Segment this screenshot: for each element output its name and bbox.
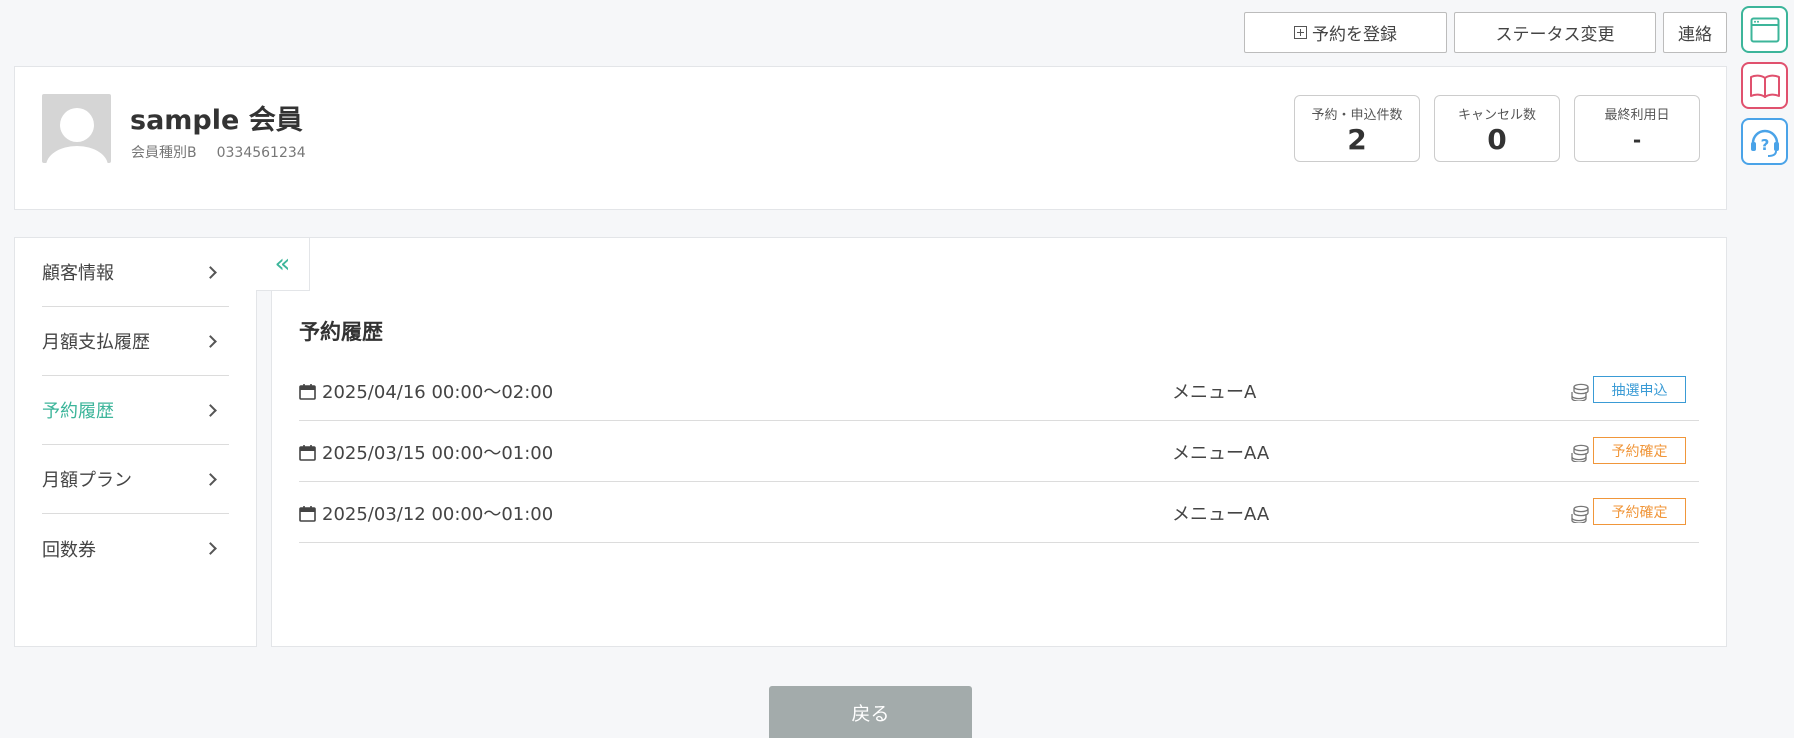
sidebar-item-customer-info[interactable]: 顧客情報 [42, 238, 229, 307]
sidebar-item-label: 回数券 [42, 539, 96, 561]
stat-value: 0 [1487, 123, 1507, 156]
sidebar-item-reservation-history[interactable]: 予約履歴 [42, 376, 229, 445]
reservation-datetime: 2025/03/12 00:00〜01:00 [299, 500, 553, 526]
add-reservation-label: 予約を登録 [1312, 25, 1397, 45]
sidebar-item-label: 月額支払履歴 [42, 332, 150, 353]
member-meta: 会員種別B 0334561234 [131, 142, 306, 162]
stat-cancel-count: キャンセル数 0 [1434, 95, 1560, 162]
stat-value: 2 [1347, 123, 1367, 156]
svg-text:?: ? [1760, 136, 1769, 154]
sidebar-item-monthly-payment-history[interactable]: 月額支払履歴 [42, 307, 229, 376]
status-change-button[interactable]: ステータス変更 [1454, 12, 1656, 53]
sidebar-item-label: 予約履歴 [42, 401, 114, 422]
chevron-right-icon [204, 334, 217, 348]
window-icon [1750, 17, 1779, 42]
book-icon [1749, 74, 1780, 98]
stat-value: - [1632, 128, 1642, 152]
member-stats: 予約・申込件数 2 キャンセル数 0 最終利用日 - [1294, 95, 1700, 162]
top-actions: 予約を登録 ステータス変更 連絡 [1244, 12, 1727, 53]
sidebar-item-monthly-plan[interactable]: 月額プラン [42, 445, 229, 514]
back-button[interactable]: 戻る [769, 686, 972, 738]
reservation-menu: メニューA [1172, 382, 1257, 403]
coin-stack-icon [1571, 383, 1589, 401]
chevron-right-icon [204, 265, 217, 279]
add-reservation-button[interactable]: 予約を登録 [1244, 12, 1447, 53]
reservation-list: 2025/04/16 00:00〜02:00 メニューA 抽選申込 2025/0… [299, 360, 1699, 543]
side-tools: ? [1741, 6, 1788, 165]
calendar-icon [299, 444, 316, 461]
member-phone: 0334561234 [216, 145, 306, 161]
reservation-menu: メニューAA [1172, 504, 1270, 525]
member-type: 会員種別B [131, 145, 197, 161]
reservation-menu: メニューAA [1172, 443, 1270, 464]
status-badge: 予約確定 [1593, 498, 1686, 525]
double-chevron-left-icon: « [274, 249, 291, 279]
reservation-datetime: 2025/03/15 00:00〜01:00 [299, 439, 553, 465]
window-tool-button[interactable] [1741, 6, 1788, 53]
reservation-row[interactable]: 2025/03/15 00:00〜01:00 メニューAA 予約確定 [299, 421, 1699, 482]
coin-stack-icon [1571, 444, 1589, 462]
stat-label: キャンセル数 [1457, 108, 1536, 123]
reservation-datetime-text: 2025/04/16 00:00〜02:00 [322, 382, 554, 403]
coin-stack-icon [1571, 505, 1589, 523]
sidebar-collapse-button[interactable]: « [256, 237, 310, 291]
avatar [42, 94, 111, 163]
manual-tool-button[interactable] [1741, 62, 1788, 109]
support-tool-button[interactable]: ? [1741, 118, 1788, 165]
sidebar-item-label: 月額プラン [42, 470, 132, 491]
stat-last-use-date: 最終利用日 - [1574, 95, 1700, 162]
calendar-icon [299, 383, 316, 400]
chevron-right-icon [204, 403, 217, 417]
status-badge: 抽選申込 [1593, 376, 1686, 403]
reservation-row[interactable]: 2025/03/12 00:00〜01:00 メニューAA 予約確定 [299, 482, 1699, 543]
contact-button[interactable]: 連絡 [1663, 12, 1727, 53]
reservation-datetime-text: 2025/03/15 00:00〜01:00 [322, 443, 554, 464]
chevron-right-icon [204, 472, 217, 486]
section-title: 予約履歴 [299, 320, 383, 344]
sidebar: 顧客情報 月額支払履歴 予約履歴 月額プラン 回数券 [14, 237, 257, 647]
sidebar-item-label: 顧客情報 [42, 263, 114, 284]
reservation-history-panel: 予約履歴 2025/04/16 00:00〜02:00 メニューA 抽選申込 2… [271, 237, 1727, 647]
stat-label: 予約・申込件数 [1311, 108, 1403, 123]
member-name: sample 会員 [130, 105, 303, 136]
stat-label: 最終利用日 [1604, 108, 1670, 123]
member-profile-card: sample 会員 会員種別B 0334561234 予約・申込件数 2 キャンセ… [14, 66, 1727, 210]
reservation-datetime: 2025/04/16 00:00〜02:00 [299, 378, 553, 404]
stat-reservation-count: 予約・申込件数 2 [1294, 95, 1420, 162]
plus-square-icon [1294, 26, 1307, 39]
chevron-right-icon [204, 542, 217, 555]
reservation-row[interactable]: 2025/04/16 00:00〜02:00 メニューA 抽選申込 [299, 360, 1699, 421]
sidebar-item-coupon-tickets[interactable]: 回数券 [42, 514, 229, 583]
help-headset-icon: ? [1750, 129, 1779, 157]
reservation-datetime-text: 2025/03/12 00:00〜01:00 [322, 504, 554, 525]
status-badge: 予約確定 [1593, 437, 1686, 464]
calendar-icon [299, 505, 316, 522]
